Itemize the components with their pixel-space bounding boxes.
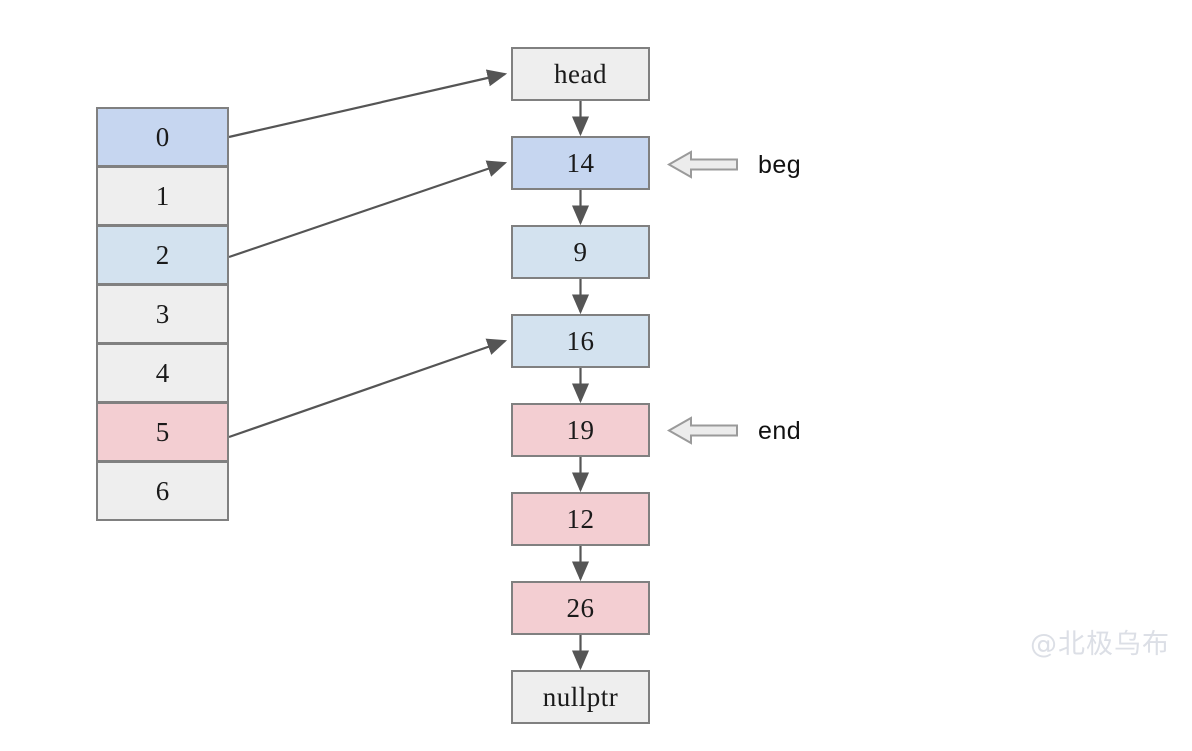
index-cell-label: 0 — [155, 121, 170, 152]
list-node-label: 16 — [566, 325, 595, 356]
pointer-label-end: end — [758, 417, 801, 446]
index-cell-1[interactable]: 1 — [96, 166, 229, 226]
list-node-16[interactable]: 16 — [511, 314, 650, 368]
pointer-label-text: end — [758, 417, 802, 445]
list-node-12[interactable]: 12 — [511, 492, 650, 546]
index-cell-4[interactable]: 4 — [96, 343, 229, 403]
connector-cell0-to-head — [228, 69, 508, 139]
index-cell-6[interactable]: 6 — [96, 461, 229, 521]
list-node-label: 12 — [566, 503, 595, 534]
watermark: @北极乌布 — [1030, 629, 1170, 660]
list-node-19[interactable]: 19 — [511, 403, 650, 457]
list-node-label: nullptr — [542, 681, 619, 712]
end-block-arrow — [666, 416, 738, 445]
index-table: 0 1 2 3 4 5 6 — [96, 107, 229, 525]
index-cell-label: 4 — [155, 357, 170, 388]
pointer-label-text: beg — [758, 151, 802, 179]
list-node-9[interactable]: 9 — [511, 225, 650, 279]
list-node-label: 19 — [566, 414, 595, 445]
index-cell-label: 2 — [155, 239, 170, 270]
connector-cell2-to-14 — [228, 160, 508, 259]
index-cell-label: 3 — [155, 298, 170, 329]
index-cell-0[interactable]: 0 — [96, 107, 229, 167]
index-cell-5[interactable]: 5 — [96, 402, 229, 462]
list-node-head[interactable]: head — [511, 47, 650, 101]
index-cell-2[interactable]: 2 — [96, 225, 229, 285]
index-cell-label: 6 — [155, 475, 170, 506]
list-node-label: 9 — [573, 236, 588, 267]
list-node-14[interactable]: 14 — [511, 136, 650, 190]
list-node-nullptr[interactable]: nullptr — [511, 670, 650, 724]
pointer-label-beg: beg — [758, 151, 801, 180]
list-node-26[interactable]: 26 — [511, 581, 650, 635]
index-to-node-connectors — [228, 69, 508, 439]
index-cell-label: 1 — [155, 180, 170, 211]
pointer-block-arrows — [666, 150, 738, 445]
list-node-label: head — [554, 58, 607, 89]
list-node-label: 14 — [566, 147, 595, 178]
diagram-canvas: 0 1 2 3 4 5 6 head 14 9 16 19 12 26 null… — [0, 0, 1192, 751]
index-cell-3[interactable]: 3 — [96, 284, 229, 344]
list-node-label: 26 — [566, 592, 595, 623]
index-cell-label: 5 — [155, 416, 170, 447]
beg-block-arrow — [666, 150, 738, 179]
connector-cell5-to-16 — [228, 338, 508, 439]
